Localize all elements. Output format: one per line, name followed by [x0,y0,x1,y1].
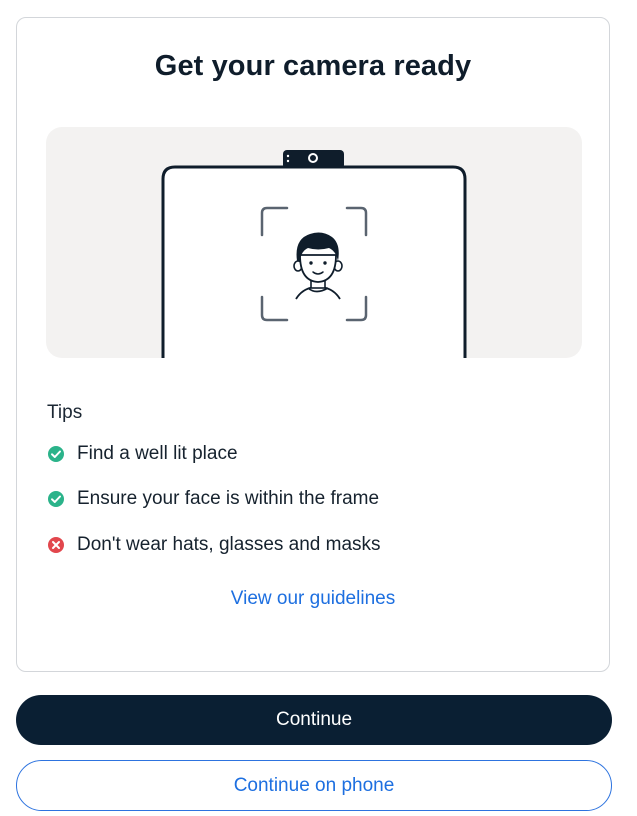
page-title: Get your camera ready [154,50,472,82]
tip-text: Don't wear hats, glasses and masks [77,534,381,555]
tip-item: Don't wear hats, glasses and masks [47,533,381,557]
check-circle-icon [47,490,65,508]
laptop-face-illustration [161,150,467,358]
camera-ready-card: Get your camera ready Tips Find a well l… [16,17,610,672]
tip-text: Ensure your face is within the frame [77,488,380,509]
x-circle-icon [47,536,65,554]
camera-illustration [46,127,582,358]
continue-button[interactable]: Continue [16,695,612,745]
view-guidelines-link[interactable]: View our guidelines [17,588,609,610]
continue-on-phone-button[interactable]: Continue on phone [16,760,612,811]
tip-text: Find a well lit place [77,443,238,464]
tip-item: Ensure your face is within the frame [47,487,379,511]
tips-heading: Tips [47,402,83,423]
tip-item: Find a well lit place [47,442,238,466]
check-circle-icon [47,445,65,463]
